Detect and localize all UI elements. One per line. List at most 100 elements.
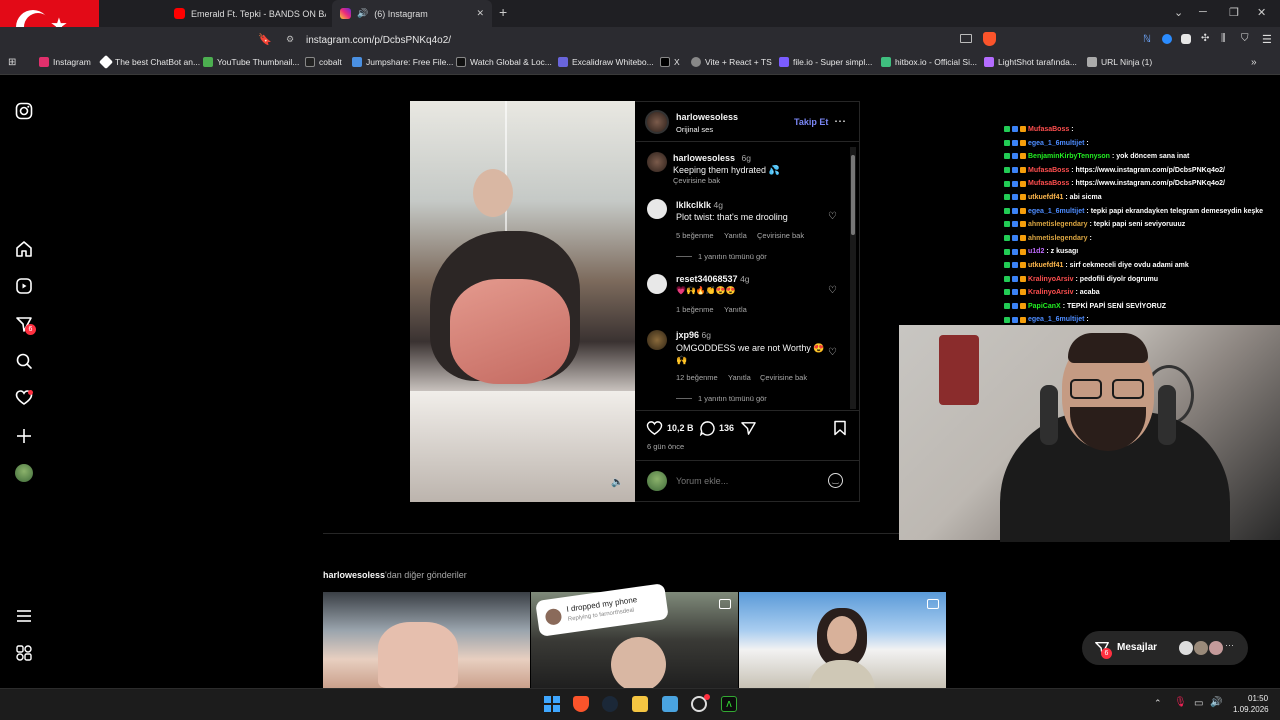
brave-shield-icon[interactable] bbox=[983, 32, 996, 46]
follow-button[interactable]: Takip Et bbox=[794, 117, 828, 127]
reply-link[interactable]: Yanıtla bbox=[724, 231, 747, 240]
translate-link[interactable]: Çevirisine bak bbox=[757, 231, 804, 240]
share-icon[interactable] bbox=[740, 420, 757, 436]
bookmark-item[interactable]: Jumpshare: Free File... bbox=[352, 57, 453, 67]
notifications-heart-icon[interactable] bbox=[15, 389, 33, 407]
post-video[interactable]: 🔈 bbox=[410, 101, 635, 502]
profile-avatar[interactable] bbox=[15, 464, 33, 482]
volume-icon[interactable]: 🔊 bbox=[1210, 697, 1222, 708]
more-bookmarks-icon[interactable]: » bbox=[1251, 57, 1257, 68]
comment-likes[interactable]: 5 beğenme bbox=[676, 231, 714, 240]
bookmark-icon[interactable]: 🔖 bbox=[258, 33, 272, 46]
tab-youtube[interactable]: Emerald Ft. Tepki - BANDS ON BAND... bbox=[168, 0, 326, 27]
menu-icon[interactable]: ☰ bbox=[1262, 33, 1272, 46]
minimize-button[interactable]: ─ bbox=[1199, 6, 1207, 18]
cast-icon[interactable] bbox=[960, 34, 972, 43]
file-explorer-icon[interactable] bbox=[632, 696, 648, 712]
steam-icon[interactable] bbox=[602, 696, 618, 712]
view-replies-link[interactable]: 1 yanıtın tümünü gör bbox=[698, 394, 767, 403]
more-options-icon[interactable]: ⋯ bbox=[834, 114, 847, 128]
maximize-button[interactable]: ❐ bbox=[1229, 6, 1239, 19]
kick-app-icon[interactable]: ʌ bbox=[721, 696, 737, 712]
tray-overflow-icon[interactable]: ⌃ bbox=[1154, 698, 1162, 709]
start-button[interactable] bbox=[544, 696, 560, 712]
bookmark-item[interactable]: LightShot tarafında... bbox=[984, 57, 1077, 67]
library-icon[interactable]: ⫼ bbox=[1221, 33, 1226, 44]
mute-icon[interactable]: 🔈 bbox=[611, 477, 623, 488]
like-comment-icon[interactable]: ♡ bbox=[828, 285, 837, 296]
bookmark-item[interactable]: X bbox=[660, 57, 680, 67]
comment-input[interactable] bbox=[676, 474, 816, 488]
bookmark-item[interactable]: hitbox.io - Official Si... bbox=[881, 57, 977, 67]
brave-icon[interactable] bbox=[573, 696, 589, 712]
like-count[interactable]: 10,2 B bbox=[667, 423, 694, 433]
clock-date[interactable]: 1.09.2026 bbox=[1233, 705, 1269, 714]
hitbox-icon bbox=[881, 57, 891, 67]
avatar[interactable] bbox=[647, 152, 667, 172]
messages-button[interactable]: 6 Mesajlar ⋯ bbox=[1082, 631, 1248, 665]
search-icon[interactable] bbox=[15, 352, 33, 370]
comment-username[interactable]: lklkclklk bbox=[676, 200, 711, 210]
url-field[interactable]: ⚙ instagram.com/p/DcbsPNKq4o2/ bbox=[278, 30, 960, 50]
like-comment-icon[interactable]: ♡ bbox=[828, 347, 837, 358]
author-username[interactable]: harlowesoless bbox=[676, 112, 738, 122]
audio-label[interactable]: Orijinal ses bbox=[676, 125, 713, 134]
tab-instagram[interactable]: 🔊 (6) Instagram ✕ bbox=[332, 0, 492, 27]
comment-likes[interactable]: 12 beğenme bbox=[676, 373, 718, 382]
new-tab-button[interactable]: + bbox=[499, 4, 507, 20]
reply-link[interactable]: Yanıtla bbox=[728, 373, 751, 382]
save-icon[interactable] bbox=[833, 420, 847, 436]
puzzle-icon[interactable]: ✣ bbox=[1201, 33, 1209, 44]
avatar[interactable] bbox=[647, 330, 667, 350]
view-replies-link[interactable]: 1 yanıtın tümünü gör bbox=[698, 252, 767, 261]
direct-messages-icon[interactable]: 6 bbox=[15, 315, 36, 335]
chat-badge-icon bbox=[1004, 180, 1010, 187]
comment-username[interactable]: reset34068537 bbox=[676, 274, 738, 284]
bookmark-item[interactable]: URL Ninja (1) bbox=[1087, 57, 1152, 67]
extension-icon[interactable] bbox=[1181, 34, 1191, 44]
avatar[interactable] bbox=[647, 274, 667, 294]
extension-icon[interactable]: ℕ bbox=[1143, 34, 1151, 45]
avatar[interactable] bbox=[647, 199, 667, 219]
comment-username[interactable]: jxp96 bbox=[676, 330, 699, 340]
site-settings-icon[interactable]: ⚙ bbox=[286, 34, 294, 45]
create-icon[interactable] bbox=[15, 427, 33, 445]
clock-time[interactable]: 01:50 bbox=[1248, 694, 1268, 703]
home-icon[interactable] bbox=[15, 240, 33, 258]
comment-likes[interactable]: 1 beğenme bbox=[676, 305, 714, 314]
comments-scrollbar[interactable] bbox=[850, 147, 856, 409]
bookmark-item[interactable]: The best ChatBot an... bbox=[98, 54, 200, 70]
close-window-button[interactable]: ✕ bbox=[1257, 6, 1266, 19]
more-menu-icon[interactable] bbox=[15, 607, 33, 625]
translate-link[interactable]: Çevirisine bak bbox=[760, 373, 807, 382]
comment-count[interactable]: 136 bbox=[719, 423, 734, 433]
microphone-icon[interactable]: 🎙 bbox=[1174, 697, 1187, 708]
more-post-thumbnail[interactable] bbox=[739, 592, 946, 688]
bookmark-item[interactable]: file.io - Super simpl... bbox=[779, 57, 872, 67]
more-post-thumbnail[interactable] bbox=[323, 592, 530, 688]
bookmark-item[interactable]: cobalt bbox=[305, 57, 342, 67]
author-avatar[interactable] bbox=[645, 110, 669, 134]
reels-icon[interactable] bbox=[15, 277, 33, 295]
apps-grid-icon[interactable]: ⊞ bbox=[8, 57, 16, 68]
caption-username[interactable]: harlowesoless bbox=[673, 153, 735, 163]
instagram-logo-icon[interactable] bbox=[15, 102, 33, 120]
photos-icon[interactable] bbox=[662, 696, 678, 712]
emoji-icon[interactable]: ‿ bbox=[828, 473, 843, 488]
close-tab-icon[interactable]: ✕ bbox=[476, 8, 484, 19]
comment-icon[interactable] bbox=[699, 420, 716, 436]
translate-link[interactable]: Çevirisine bak bbox=[673, 176, 720, 185]
vpn-icon[interactable]: ⛉ bbox=[1241, 33, 1249, 44]
like-comment-icon[interactable]: ♡ bbox=[828, 211, 837, 222]
display-icon[interactable]: ▭ bbox=[1194, 698, 1203, 709]
bookmark-item[interactable]: YouTube Thumbnail... bbox=[203, 57, 299, 67]
reply-link[interactable]: Yanıtla bbox=[724, 305, 747, 314]
bookmark-item[interactable]: Vite + React + TS bbox=[691, 57, 772, 67]
also-from-meta-icon[interactable] bbox=[15, 644, 33, 662]
bookmark-item[interactable]: Instagram bbox=[39, 57, 91, 67]
like-icon[interactable] bbox=[646, 420, 663, 436]
extension-icon[interactable] bbox=[1162, 34, 1172, 44]
bookmark-item[interactable]: Watch Global & Loc... bbox=[456, 57, 552, 67]
tab-list-icon[interactable]: ⌄ bbox=[1174, 6, 1183, 19]
bookmark-item[interactable]: Excalidraw Whitebo... bbox=[558, 57, 654, 67]
